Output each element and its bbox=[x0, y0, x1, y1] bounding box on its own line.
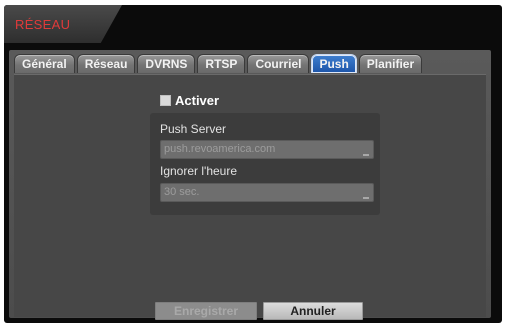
enable-label: Activer bbox=[175, 93, 220, 108]
tab-email[interactable]: Courriel bbox=[247, 54, 310, 73]
tab-general[interactable]: Général bbox=[14, 54, 75, 73]
window-title: RÉSEAU bbox=[15, 17, 71, 32]
push-server-value: push.revoamerica.com bbox=[164, 143, 276, 155]
tab-schedule[interactable]: Planifier bbox=[358, 54, 423, 73]
ignore-time-dropdown[interactable]: 30 sec. bbox=[160, 183, 374, 202]
push-settings-group: Push Server push.revoamerica.com Ignorer… bbox=[150, 113, 380, 215]
tab-network[interactable]: Réseau bbox=[76, 54, 136, 73]
ignore-time-label: Ignorer l'heure bbox=[160, 164, 238, 178]
tab-bar: Général Réseau DVRNS RTSP Courriel Push … bbox=[14, 54, 423, 74]
push-tab-panel: Activer Push Server push.revoamerica.com… bbox=[14, 74, 486, 320]
enable-checkbox[interactable] bbox=[160, 95, 171, 106]
dropdown-caret-icon bbox=[363, 197, 369, 199]
save-button[interactable]: Enregistrer bbox=[155, 302, 257, 320]
cancel-button[interactable]: Annuler bbox=[263, 302, 363, 320]
action-buttons: Enregistrer Annuler bbox=[155, 302, 363, 320]
edit-caret-icon bbox=[363, 154, 369, 156]
push-server-field[interactable]: push.revoamerica.com bbox=[160, 140, 374, 159]
push-server-label: Push Server bbox=[160, 122, 227, 136]
tab-rtsp[interactable]: RTSP bbox=[197, 54, 246, 73]
tab-dvrns[interactable]: DVRNS bbox=[137, 54, 196, 73]
tab-push[interactable]: Push bbox=[311, 54, 357, 73]
enable-push-toggle[interactable]: Activer bbox=[160, 93, 219, 108]
ignore-time-value: 30 sec. bbox=[164, 186, 200, 198]
